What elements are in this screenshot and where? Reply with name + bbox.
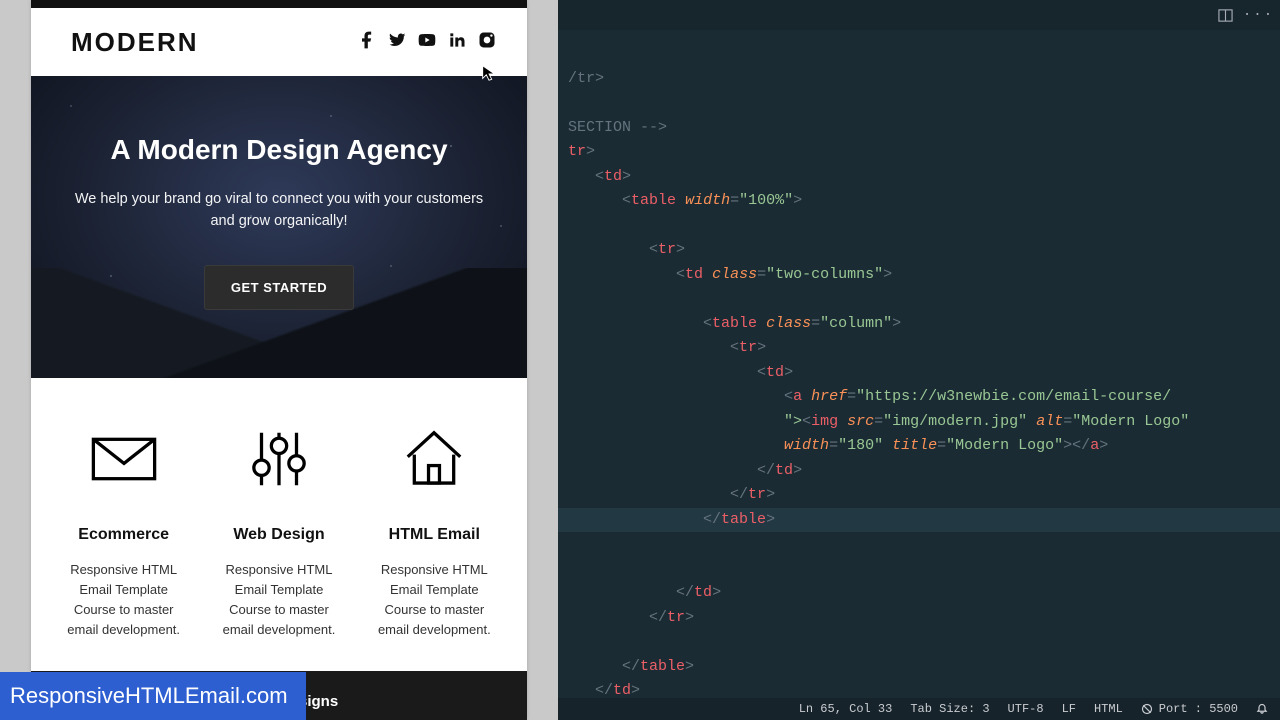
feature-body: Responsive HTML Email Template Course to… — [370, 560, 499, 641]
code-area[interactable]: /tr> SECTION --> tr> <td> <table width="… — [558, 30, 1280, 698]
feature-htmlemail: HTML Email Responsive HTML Email Templat… — [362, 420, 507, 641]
status-position[interactable]: Ln 65, Col 33 — [799, 702, 893, 716]
code-text: /tr> — [568, 70, 604, 87]
email-template: MODERN A Modern Design Agency We help yo… — [31, 0, 527, 720]
hero-subtitle: We help your brand go viral to connect y… — [69, 188, 489, 233]
status-port[interactable]: Port : 5500 — [1141, 702, 1238, 716]
facebook-icon[interactable] — [357, 30, 377, 55]
feature-title: Ecommerce — [59, 526, 188, 544]
youtube-icon[interactable] — [417, 30, 437, 55]
video-watermark: ResponsiveHTMLEmail.com — [0, 672, 306, 720]
code-tag: tr — [568, 143, 586, 160]
mail-icon — [59, 420, 188, 498]
twitter-icon[interactable] — [387, 30, 407, 55]
status-language[interactable]: HTML — [1094, 702, 1123, 716]
status-tabsize[interactable]: Tab Size: 3 — [910, 702, 989, 716]
mouse-cursor — [480, 64, 498, 82]
code-comment: SECTION --> — [568, 119, 667, 136]
notifications-icon[interactable] — [1256, 703, 1268, 715]
editor-statusbar: Ln 65, Col 33 Tab Size: 3 UTF-8 LF HTML … — [558, 698, 1280, 720]
editor-titlebar: ··· — [558, 0, 1280, 30]
more-icon[interactable]: ··· — [1251, 8, 1266, 23]
feature-title: HTML Email — [370, 526, 499, 544]
sliders-icon — [214, 420, 343, 498]
feature-body: Responsive HTML Email Template Course to… — [59, 560, 188, 641]
code-editor-pane[interactable]: ··· /tr> SECTION --> tr> <td> <table wid… — [558, 0, 1280, 720]
email-top-stripe — [31, 0, 527, 8]
instagram-icon[interactable] — [477, 30, 497, 55]
feature-body: Responsive HTML Email Template Course to… — [214, 560, 343, 641]
feature-webdesign: Web Design Responsive HTML Email Templat… — [206, 420, 351, 641]
social-icon-row — [357, 30, 497, 55]
status-encoding[interactable]: UTF-8 — [1008, 702, 1044, 716]
hero-section: A Modern Design Agency We help your bran… — [31, 76, 527, 378]
linkedin-icon[interactable] — [447, 30, 467, 55]
feature-ecommerce: Ecommerce Responsive HTML Email Template… — [51, 420, 196, 641]
feature-title: Web Design — [214, 526, 343, 544]
house-icon — [370, 420, 499, 498]
split-layout-icon[interactable] — [1218, 8, 1233, 23]
email-header-row: MODERN — [31, 8, 527, 76]
logo-text[interactable]: MODERN — [71, 27, 199, 58]
browser-preview-pane: MODERN A Modern Design Agency We help yo… — [0, 0, 558, 720]
features-row: Ecommerce Responsive HTML Email Template… — [31, 378, 527, 671]
status-eol[interactable]: LF — [1062, 702, 1076, 716]
get-started-button[interactable]: GET STARTED — [204, 265, 354, 310]
hero-title: A Modern Design Agency — [31, 134, 527, 166]
